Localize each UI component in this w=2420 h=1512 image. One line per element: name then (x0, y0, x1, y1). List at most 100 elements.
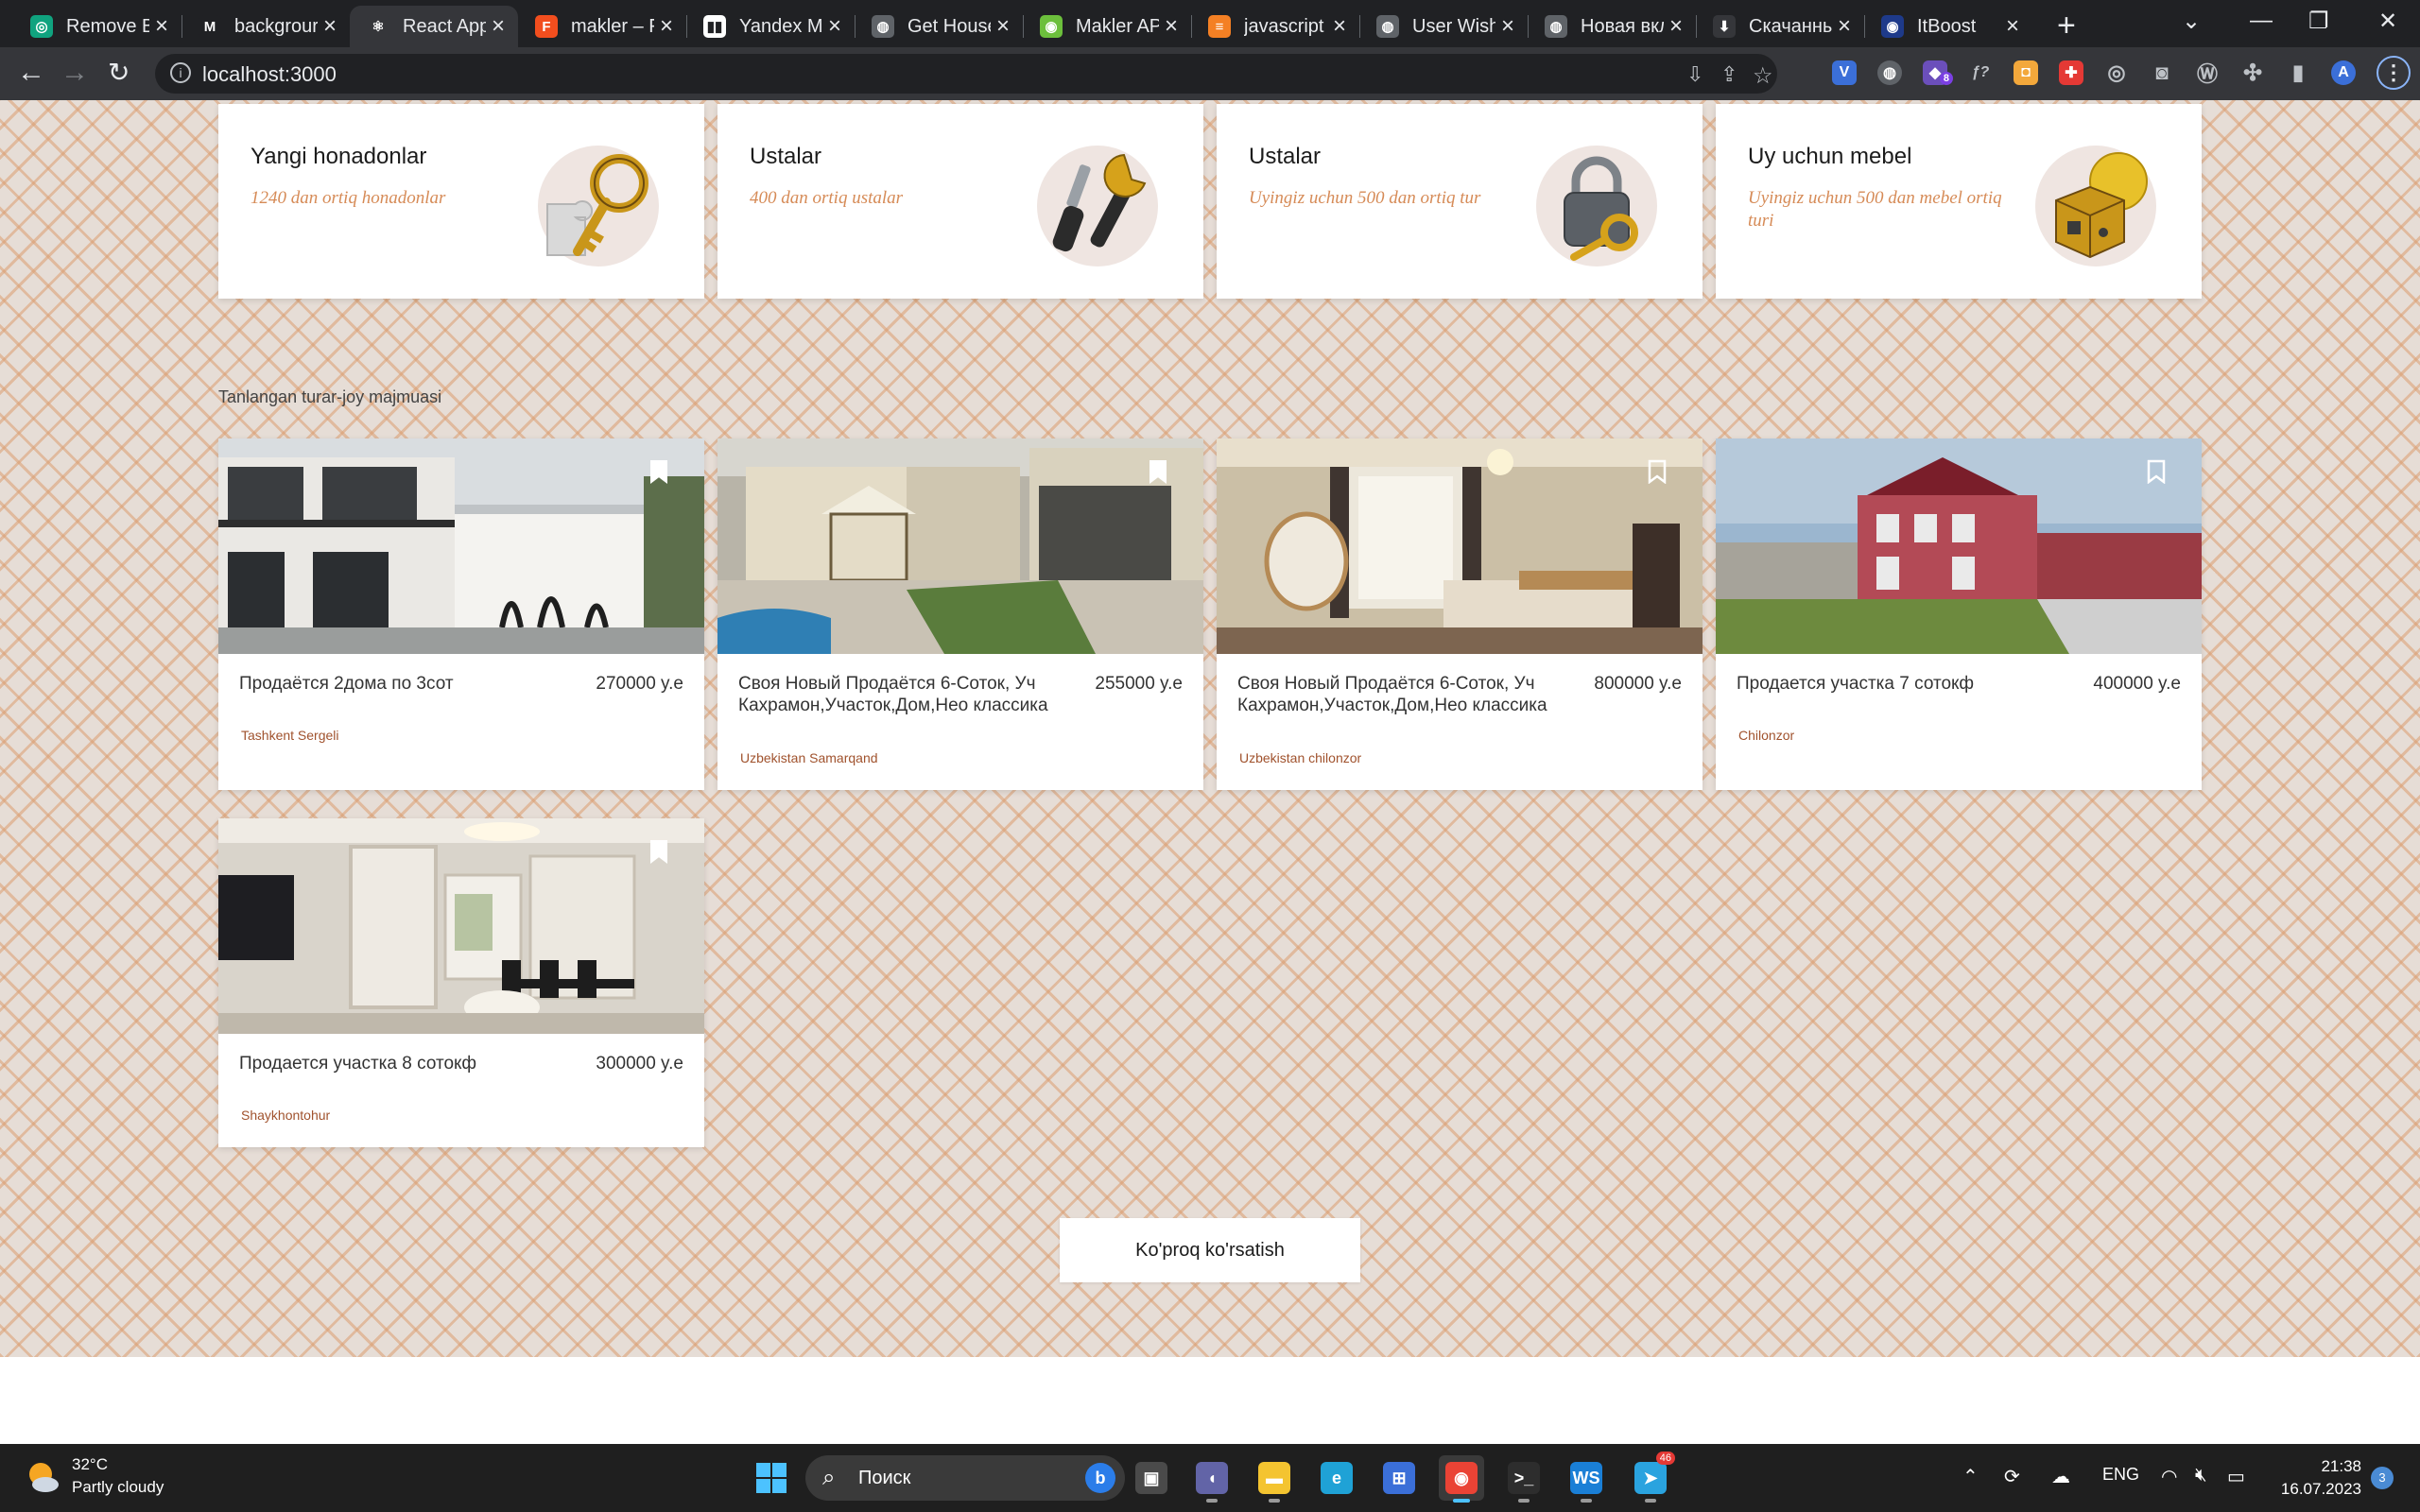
maximize-icon[interactable]: ❐ (2308, 8, 2329, 35)
search-icon: ⌕ (822, 1465, 836, 1490)
input-language[interactable]: ENG (2102, 1465, 2139, 1485)
extension-camera-icon[interactable]: ◙ (2150, 60, 2174, 85)
file-explorer-taskbar-button[interactable]: ▬ (1252, 1455, 1297, 1503)
property-photo[interactable] (218, 818, 704, 1034)
extension-red-icon[interactable]: ✚ (2059, 60, 2083, 85)
close-tab-icon[interactable]: × (1333, 13, 1346, 40)
browser-tab[interactable]: ◍ Get House × (855, 6, 1023, 47)
site-info-icon[interactable]: i (170, 62, 191, 83)
show-more-button[interactable]: Ko'proq ko'rsatish (1060, 1218, 1360, 1282)
service-subtitle: Uyingiz uchun 500 dan ortiq tur (1249, 188, 1481, 208)
profile-avatar[interactable]: A (2331, 60, 2356, 85)
extension-target-icon[interactable]: ◎ (2104, 60, 2129, 85)
browser-tab[interactable]: ◎ Remove B × (13, 6, 182, 47)
bookmark-icon[interactable] (1149, 459, 1167, 484)
extensions-puzzle-icon[interactable]: ✣ (2240, 60, 2265, 86)
show-hidden-icons-chevron-icon[interactable]: ⌃ (1962, 1465, 1979, 1488)
property-photo[interactable] (717, 438, 1203, 654)
bookmark-icon[interactable] (649, 839, 668, 864)
service-card-types[interactable]: Ustalar Uyingiz uchun 500 dan ortiq tur (1217, 104, 1703, 299)
share-icon[interactable]: ⇪ (1720, 62, 1737, 87)
service-card-masters[interactable]: Ustalar 400 dan ortiq ustalar (717, 104, 1203, 299)
key-puzzle-icon (538, 146, 659, 266)
weather-widget[interactable]: 32°C Partly cloudy (25, 1453, 164, 1499)
edge-browser-taskbar-button[interactable]: e (1314, 1455, 1359, 1501)
teams-chat-taskbar-button[interactable]: ◖ (1189, 1455, 1235, 1503)
reload-icon[interactable]: ↻ (108, 57, 130, 88)
close-tab-icon[interactable]: × (492, 13, 505, 40)
extension-orange-icon[interactable]: ◘ (2014, 60, 2038, 85)
side-panel-icon[interactable]: ▮ (2286, 60, 2310, 85)
microsoft-store-taskbar-button[interactable]: ⊞ (1376, 1455, 1422, 1501)
wifi-icon[interactable]: ◠ (2161, 1465, 2177, 1488)
property-card[interactable]: Продается участка 8 сотокф 300000 y.e Sh… (218, 818, 704, 1147)
property-photo[interactable] (218, 438, 704, 654)
property-card[interactable]: Своя Новый Продаётся 6-Соток, Уч Кахрамо… (717, 438, 1203, 790)
browser-tab[interactable]: Fmakler – F × (518, 6, 686, 47)
minimize-icon[interactable]: — (2250, 8, 2273, 34)
close-tab-icon[interactable]: × (1165, 13, 1178, 40)
url-text[interactable]: localhost:3000 (202, 62, 337, 87)
onedrive-cloud-icon[interactable]: ☁ (2051, 1465, 2070, 1488)
extension-formula-icon[interactable]: ƒ? (1968, 60, 1993, 85)
extension-w-icon[interactable]: Ⓦ (2195, 60, 2220, 86)
browser-tab[interactable]: ⬇ Скачанны × (1696, 6, 1864, 47)
close-tab-icon[interactable]: × (828, 13, 841, 40)
notification-count-badge[interactable]: 3 (2371, 1467, 2394, 1489)
new-tab-plus-icon[interactable]: + (2057, 8, 2076, 44)
close-tab-icon[interactable]: × (996, 13, 1010, 40)
browser-tab[interactable]: ◍ Новая вкл × (1528, 6, 1696, 47)
battery-icon[interactable]: ▭ (2227, 1465, 2245, 1488)
browser-tab[interactable]: ⚛ React App × (350, 6, 518, 47)
system-clock[interactable]: 21:38 16.07.2023 (2259, 1455, 2361, 1501)
browser-menu-icon[interactable]: ⋮ (2377, 56, 2411, 90)
weather-description: Partly cloudy (72, 1478, 164, 1496)
service-card-new-apartments[interactable]: Yangi honadonlar 1240 dan ortiq honadonl… (218, 104, 704, 299)
browser-tab[interactable]: ◉ Makler AP × (1023, 6, 1191, 47)
close-tab-icon[interactable]: × (1501, 13, 1514, 40)
browser-tab[interactable]: ≡ javascript × (1191, 6, 1359, 47)
start-button[interactable] (749, 1455, 794, 1501)
install-app-icon[interactable]: ⇩ (1686, 62, 1703, 87)
bookmark-outline-icon[interactable] (2147, 459, 2166, 484)
sync-icon[interactable]: ⟳ (2004, 1465, 2020, 1488)
browser-tab[interactable]: ◍ User Wish × (1359, 6, 1528, 47)
tab-search-chevron-icon[interactable]: ⌄ (2182, 8, 2201, 35)
close-window-icon[interactable]: ✕ (2378, 8, 2397, 35)
extension-purple-icon[interactable]: ◆ 8 (1923, 60, 1953, 85)
browser-tab[interactable]: ▮▮ Yandex M × (686, 6, 855, 47)
property-title: Продаётся 2дома по 3сот (239, 674, 454, 694)
close-tab-icon[interactable]: × (155, 13, 168, 40)
close-tab-icon[interactable]: × (323, 13, 337, 40)
webstorm-taskbar-button[interactable]: WS (1564, 1455, 1609, 1503)
property-photo[interactable] (1217, 438, 1703, 654)
property-card[interactable]: Продается участка 7 сотокф 400000 y.e Ch… (1716, 438, 2202, 790)
volume-muted-icon[interactable]: 🔇︎ (2195, 1465, 2207, 1486)
extension-badge: 8 (1939, 72, 1953, 85)
property-card[interactable]: Своя Новый Продаётся 6-Соток, Уч Кахрамо… (1217, 438, 1703, 790)
task-view-taskbar-button[interactable]: ▣ (1129, 1455, 1174, 1501)
address-bar[interactable]: i localhost:3000 ⇩ ⇪ ☆ (155, 54, 1777, 94)
taskbar-search[interactable]: ⌕ Поиск b (805, 1455, 1125, 1501)
terminal-taskbar-button[interactable]: >_ (1501, 1455, 1547, 1503)
bookmark-icon[interactable] (649, 459, 668, 484)
property-card[interactable]: Продаётся 2дома по 3сот 270000 y.e Tashk… (218, 438, 704, 790)
bookmark-star-icon[interactable]: ☆ (1753, 62, 1773, 90)
browser-tab[interactable]: Mbackgrour × (182, 6, 350, 47)
close-tab-icon[interactable]: × (2006, 13, 2019, 40)
bing-icon[interactable]: b (1085, 1463, 1115, 1493)
extension-v-icon[interactable]: V (1832, 60, 1857, 85)
chrome-browser-taskbar-button[interactable]: ◉ (1439, 1455, 1484, 1503)
browser-tab[interactable]: ◉ ItBoost × (1864, 6, 2032, 47)
bookmark-outline-icon[interactable] (1648, 459, 1667, 484)
close-tab-icon[interactable]: × (1669, 13, 1683, 40)
forward-icon[interactable]: → (60, 57, 89, 89)
close-tab-icon[interactable]: × (1838, 13, 1851, 40)
close-tab-icon[interactable]: × (660, 13, 673, 40)
extension-globe-icon[interactable]: ◍ (1877, 60, 1902, 85)
page-viewport: Yangi honadonlar 1240 dan ortiq honadonl… (0, 100, 2420, 1357)
property-photo[interactable] (1716, 438, 2202, 654)
service-card-furniture[interactable]: Uy uchun mebel Uyingiz uchun 500 dan meb… (1716, 104, 2202, 299)
telegram-taskbar-button[interactable]: ➤ 46 (1628, 1452, 1675, 1503)
back-icon[interactable]: ← (17, 57, 45, 89)
